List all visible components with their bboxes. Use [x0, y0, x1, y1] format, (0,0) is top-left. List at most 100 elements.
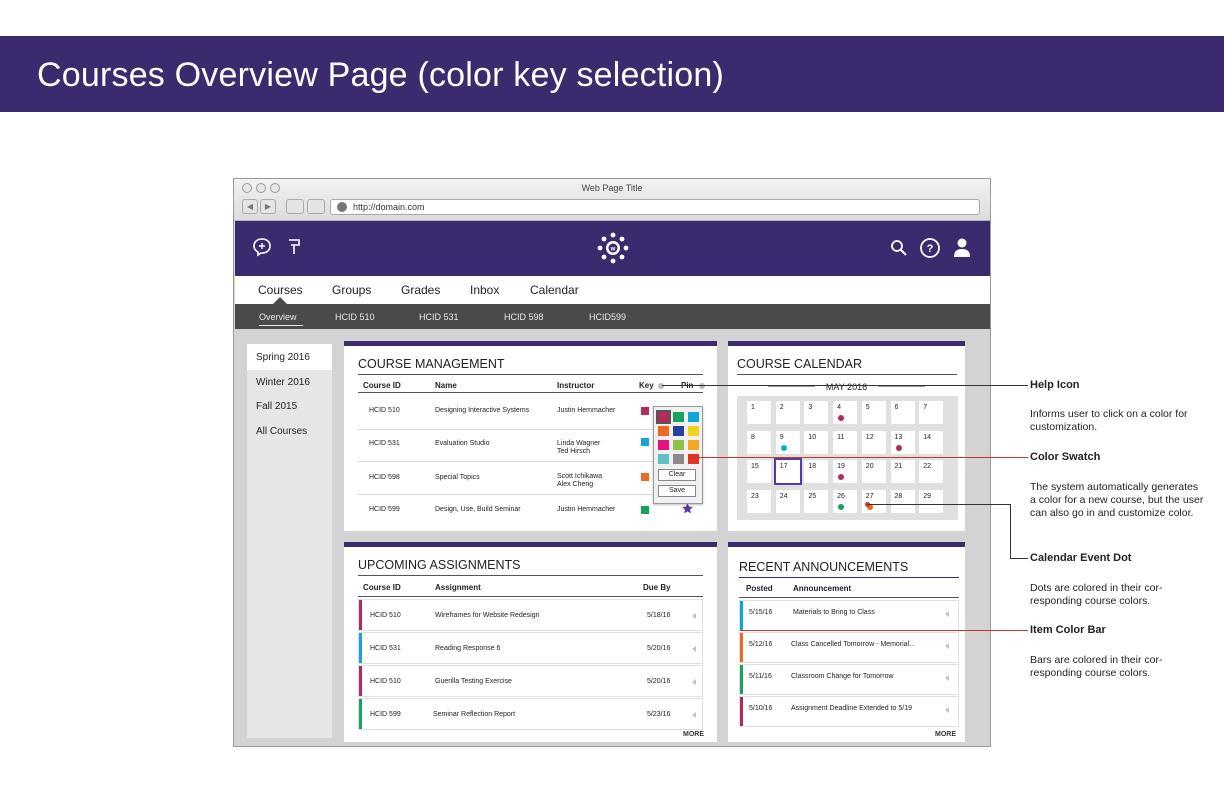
calendar-event-dot[interactable] — [838, 474, 845, 480]
expand-arrow-icon[interactable] — [945, 675, 949, 681]
calendar-day[interactable]: 10 — [804, 430, 829, 454]
color-swatch[interactable] — [688, 426, 699, 436]
announcement-posted-date: 5/10/16 — [749, 705, 773, 712]
color-swatch[interactable] — [673, 440, 684, 450]
reload-button[interactable] — [286, 199, 304, 214]
key-help-icon[interactable] — [658, 383, 664, 389]
announcement-row[interactable]: 5/11/16 Classroom Change for Tomorrow — [739, 664, 959, 695]
help-icon[interactable]: ? — [919, 237, 941, 259]
tab-courses[interactable]: Courses — [258, 283, 303, 297]
calendar-day[interactable]: 13 — [890, 430, 915, 454]
chat-icon[interactable] — [252, 237, 272, 257]
color-key-chip[interactable] — [641, 438, 649, 446]
color-swatch[interactable] — [673, 412, 684, 422]
calendar-day[interactable]: 28 — [890, 489, 915, 513]
tab-groups[interactable]: Groups — [332, 283, 371, 297]
subtab-overview[interactable]: Overview — [259, 312, 297, 322]
color-swatch[interactable] — [658, 454, 669, 464]
assignment-course-id: HCID 531 — [370, 645, 401, 652]
calendar-day[interactable]: 29 — [919, 489, 944, 513]
home-button[interactable] — [307, 199, 325, 214]
subtab-hcid-510[interactable]: HCID 510 — [335, 312, 375, 322]
sidebar-item-fall-2015[interactable]: Fall 2015 — [256, 401, 297, 412]
calendar-day[interactable]: 6 — [890, 401, 915, 424]
tab-calendar[interactable]: Calendar — [530, 283, 579, 297]
forward-button[interactable]: ▶ — [260, 199, 276, 214]
calendar-day[interactable]: 5 — [861, 401, 886, 424]
expand-arrow-icon[interactable] — [692, 613, 696, 619]
color-swatch[interactable] — [688, 454, 699, 464]
expand-arrow-icon[interactable] — [945, 707, 949, 713]
tab-inbox[interactable]: Inbox — [470, 283, 499, 297]
expand-arrow-icon[interactable] — [692, 679, 696, 685]
expand-arrow-icon[interactable] — [945, 643, 949, 649]
user-icon[interactable] — [952, 237, 972, 259]
subtab-hcid-598[interactable]: HCID 598 — [504, 312, 544, 322]
color-swatch[interactable] — [673, 426, 684, 436]
assignments-more-link[interactable]: MORE — [683, 731, 704, 738]
calendar-day[interactable]: 15 — [747, 460, 771, 483]
color-swatch[interactable] — [688, 412, 699, 422]
calendar-day[interactable]: 4 — [833, 401, 858, 424]
calendar-day[interactable]: 11 — [833, 430, 858, 454]
announcement-row[interactable]: 5/15/16 Materials to Bring to Class — [739, 600, 959, 631]
calendar-event-dot[interactable] — [780, 444, 787, 451]
calendar-day[interactable]: 12 — [861, 430, 886, 454]
assignment-row[interactable]: HCID 599 Seminar Reflection Report 5/23/16 — [358, 698, 703, 730]
calendar-day[interactable]: 18 — [804, 460, 829, 483]
color-swatch[interactable] — [688, 440, 699, 450]
calendar-day[interactable]: 23 — [747, 489, 771, 513]
calendar-day[interactable]: 1 — [747, 401, 771, 424]
calendar-event-dot[interactable] — [838, 415, 845, 421]
assignment-row[interactable]: HCID 510 Wireframes for Website Redesign 5… — [358, 599, 703, 631]
back-button[interactable]: ◀ — [242, 199, 258, 214]
calendar-day[interactable]: 7 — [919, 401, 944, 424]
color-key-chip[interactable] — [641, 473, 649, 481]
calendar-day[interactable]: 3 — [804, 401, 829, 424]
announcement-row[interactable]: 5/10/16 Assignment Deadline Extended to 5… — [739, 696, 959, 727]
announcements-more-link[interactable]: MORE — [935, 731, 956, 738]
forward-arrow-icon: ▶ — [264, 202, 272, 211]
color-key-chip[interactable] — [641, 506, 649, 514]
assignment-row[interactable]: HCID 531 Reading Response 6 5/20/16 — [358, 632, 703, 664]
color-swatch-selected[interactable] — [656, 410, 671, 424]
color-swatch[interactable] — [658, 426, 669, 436]
calendar-day[interactable]: 27 — [861, 489, 886, 513]
assignment-row[interactable]: HCID 510 Guerilla Testing Exercise 5/20/16 — [358, 665, 703, 697]
sidebar-item-winter-2016[interactable]: Winter 2016 — [256, 377, 310, 388]
calendar-day[interactable]: 26 — [833, 489, 858, 513]
calendar-day[interactable]: 2 — [775, 401, 800, 424]
expand-arrow-icon[interactable] — [945, 611, 949, 617]
calendar-day[interactable]: 25 — [804, 489, 829, 513]
calendar-day[interactable]: 22 — [919, 460, 944, 483]
calendar-day[interactable]: 21 — [890, 460, 915, 483]
calendar-day[interactable]: 20 — [861, 460, 886, 483]
expand-arrow-icon[interactable] — [692, 712, 696, 718]
save-button[interactable]: Save — [658, 485, 696, 497]
expand-arrow-icon[interactable] — [692, 646, 696, 652]
color-swatch[interactable] — [658, 440, 669, 450]
tab-grades[interactable]: Grades — [401, 283, 440, 297]
search-icon[interactable] — [890, 239, 908, 257]
pin-help-icon[interactable] — [699, 383, 705, 389]
calendar-event-dot[interactable] — [838, 503, 845, 510]
calendar-day[interactable]: 14 — [919, 430, 944, 454]
logo-icon[interactable]: w — [596, 231, 630, 265]
flag-icon[interactable] — [286, 238, 302, 256]
color-key-chip[interactable] — [641, 407, 649, 415]
calendar-event-dot[interactable] — [895, 444, 902, 451]
sidebar-item-all-courses[interactable]: All Courses — [256, 426, 307, 437]
subtab-hcid-599[interactable]: HCID599 — [589, 312, 626, 322]
subtab-hcid-531[interactable]: HCID 531 — [419, 312, 459, 322]
announcement-row[interactable]: 5/12/16 Class Cancelled Tomorrow - Memori… — [739, 632, 959, 663]
calendar-day-number: 11 — [837, 433, 845, 441]
calendar-day[interactable]: 8 — [747, 430, 771, 454]
color-swatch[interactable] — [673, 454, 684, 464]
sidebar-item-spring-2016[interactable]: Spring 2016 — [256, 352, 310, 363]
calendar-day[interactable]: 24 — [775, 489, 800, 513]
calendar-day[interactable]: 9 — [775, 430, 800, 454]
clear-button[interactable]: Clear — [658, 469, 696, 481]
url-bar[interactable]: http://domain.com — [330, 199, 980, 215]
calendar-day[interactable]: 19 — [833, 460, 858, 483]
calendar-day-today[interactable]: 17 — [773, 458, 802, 485]
